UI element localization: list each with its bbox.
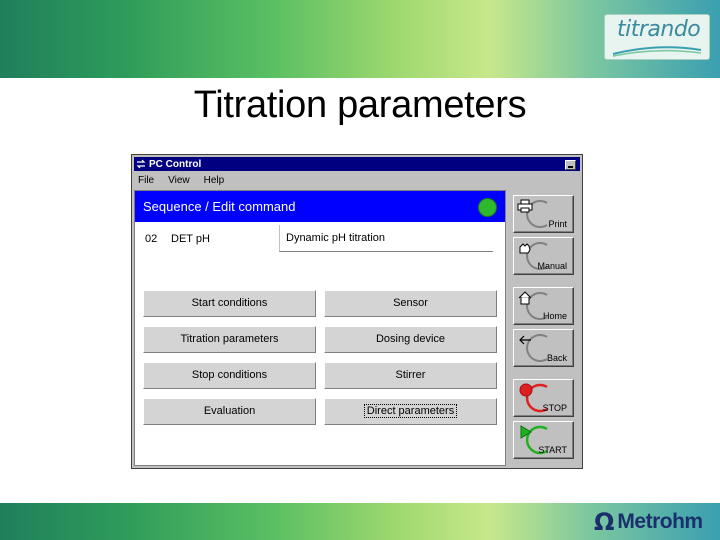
hand-icon	[519, 243, 531, 254]
menu-bar: File View Help	[134, 172, 580, 188]
start-label: START	[538, 445, 567, 455]
window-titlebar[interactable]: PC Control	[134, 157, 580, 171]
start-button[interactable]: START	[513, 421, 574, 459]
omega-icon: Ω	[594, 508, 615, 536]
menu-view[interactable]: View	[168, 175, 190, 186]
stop-conditions-button[interactable]: Stop conditions	[143, 362, 316, 389]
home-button[interactable]: Home	[513, 287, 574, 325]
back-button[interactable]: Back	[513, 329, 574, 367]
red-dot-icon	[519, 383, 533, 397]
green-triangle-icon	[520, 425, 532, 439]
command-number: 02	[145, 233, 158, 245]
client-area: Sequence / Edit command 02 DET pH Dynami…	[134, 190, 506, 466]
metrohm-logo: Ω Metrohm	[594, 509, 703, 535]
printer-icon	[517, 199, 533, 213]
titration-parameters-button[interactable]: Titration parameters	[143, 326, 316, 353]
brand-name: Metrohm	[617, 510, 703, 533]
stop-button[interactable]: STOP	[513, 379, 574, 417]
dosing-device-button[interactable]: Dosing device	[324, 326, 497, 353]
button-label: Dosing device	[375, 333, 446, 345]
sequence-header: Sequence / Edit command	[135, 191, 505, 222]
titrando-logo: titrando	[604, 14, 710, 60]
button-label: Evaluation	[203, 405, 256, 417]
manual-button[interactable]: Manual	[513, 237, 574, 275]
sequence-header-label: Sequence / Edit command	[143, 199, 296, 214]
stirrer-button[interactable]: Stirrer	[324, 362, 497, 389]
logo-swoosh-icon	[612, 46, 702, 57]
button-label: Titration parameters	[180, 333, 279, 345]
stop-label: STOP	[542, 403, 567, 413]
direct-parameters-button[interactable]: Direct parameters	[324, 398, 497, 425]
command-description: Dynamic pH titration	[279, 225, 493, 252]
button-label: Stop conditions	[191, 369, 268, 381]
status-indicator-icon	[478, 198, 497, 217]
print-button[interactable]: Print	[513, 195, 574, 233]
manual-label: Manual	[537, 261, 567, 271]
evaluation-button[interactable]: Evaluation	[143, 398, 316, 425]
app-icon	[136, 159, 146, 169]
pc-control-window: PC Control File View Help Sequence / Edi…	[131, 154, 583, 469]
button-label: Sensor	[393, 297, 428, 309]
command-name: DET pH	[171, 233, 210, 245]
menu-help[interactable]: Help	[204, 175, 225, 186]
button-label: Direct parameters	[363, 404, 458, 418]
minimize-button[interactable]	[565, 160, 576, 170]
home-label: Home	[542, 311, 567, 321]
back-arrow-icon	[519, 335, 531, 345]
logo-text: titrando	[617, 17, 701, 42]
sensor-button[interactable]: Sensor	[324, 290, 497, 317]
house-icon	[518, 291, 532, 305]
back-label: Back	[546, 353, 567, 363]
button-label: Stirrer	[395, 369, 426, 381]
button-label: Start conditions	[191, 297, 268, 309]
slide-title: Titration parameters	[193, 84, 527, 126]
window-title: PC Control	[149, 158, 202, 170]
menu-file[interactable]: File	[138, 175, 154, 186]
start-conditions-button[interactable]: Start conditions	[143, 290, 316, 317]
print-label: Print	[548, 219, 567, 229]
